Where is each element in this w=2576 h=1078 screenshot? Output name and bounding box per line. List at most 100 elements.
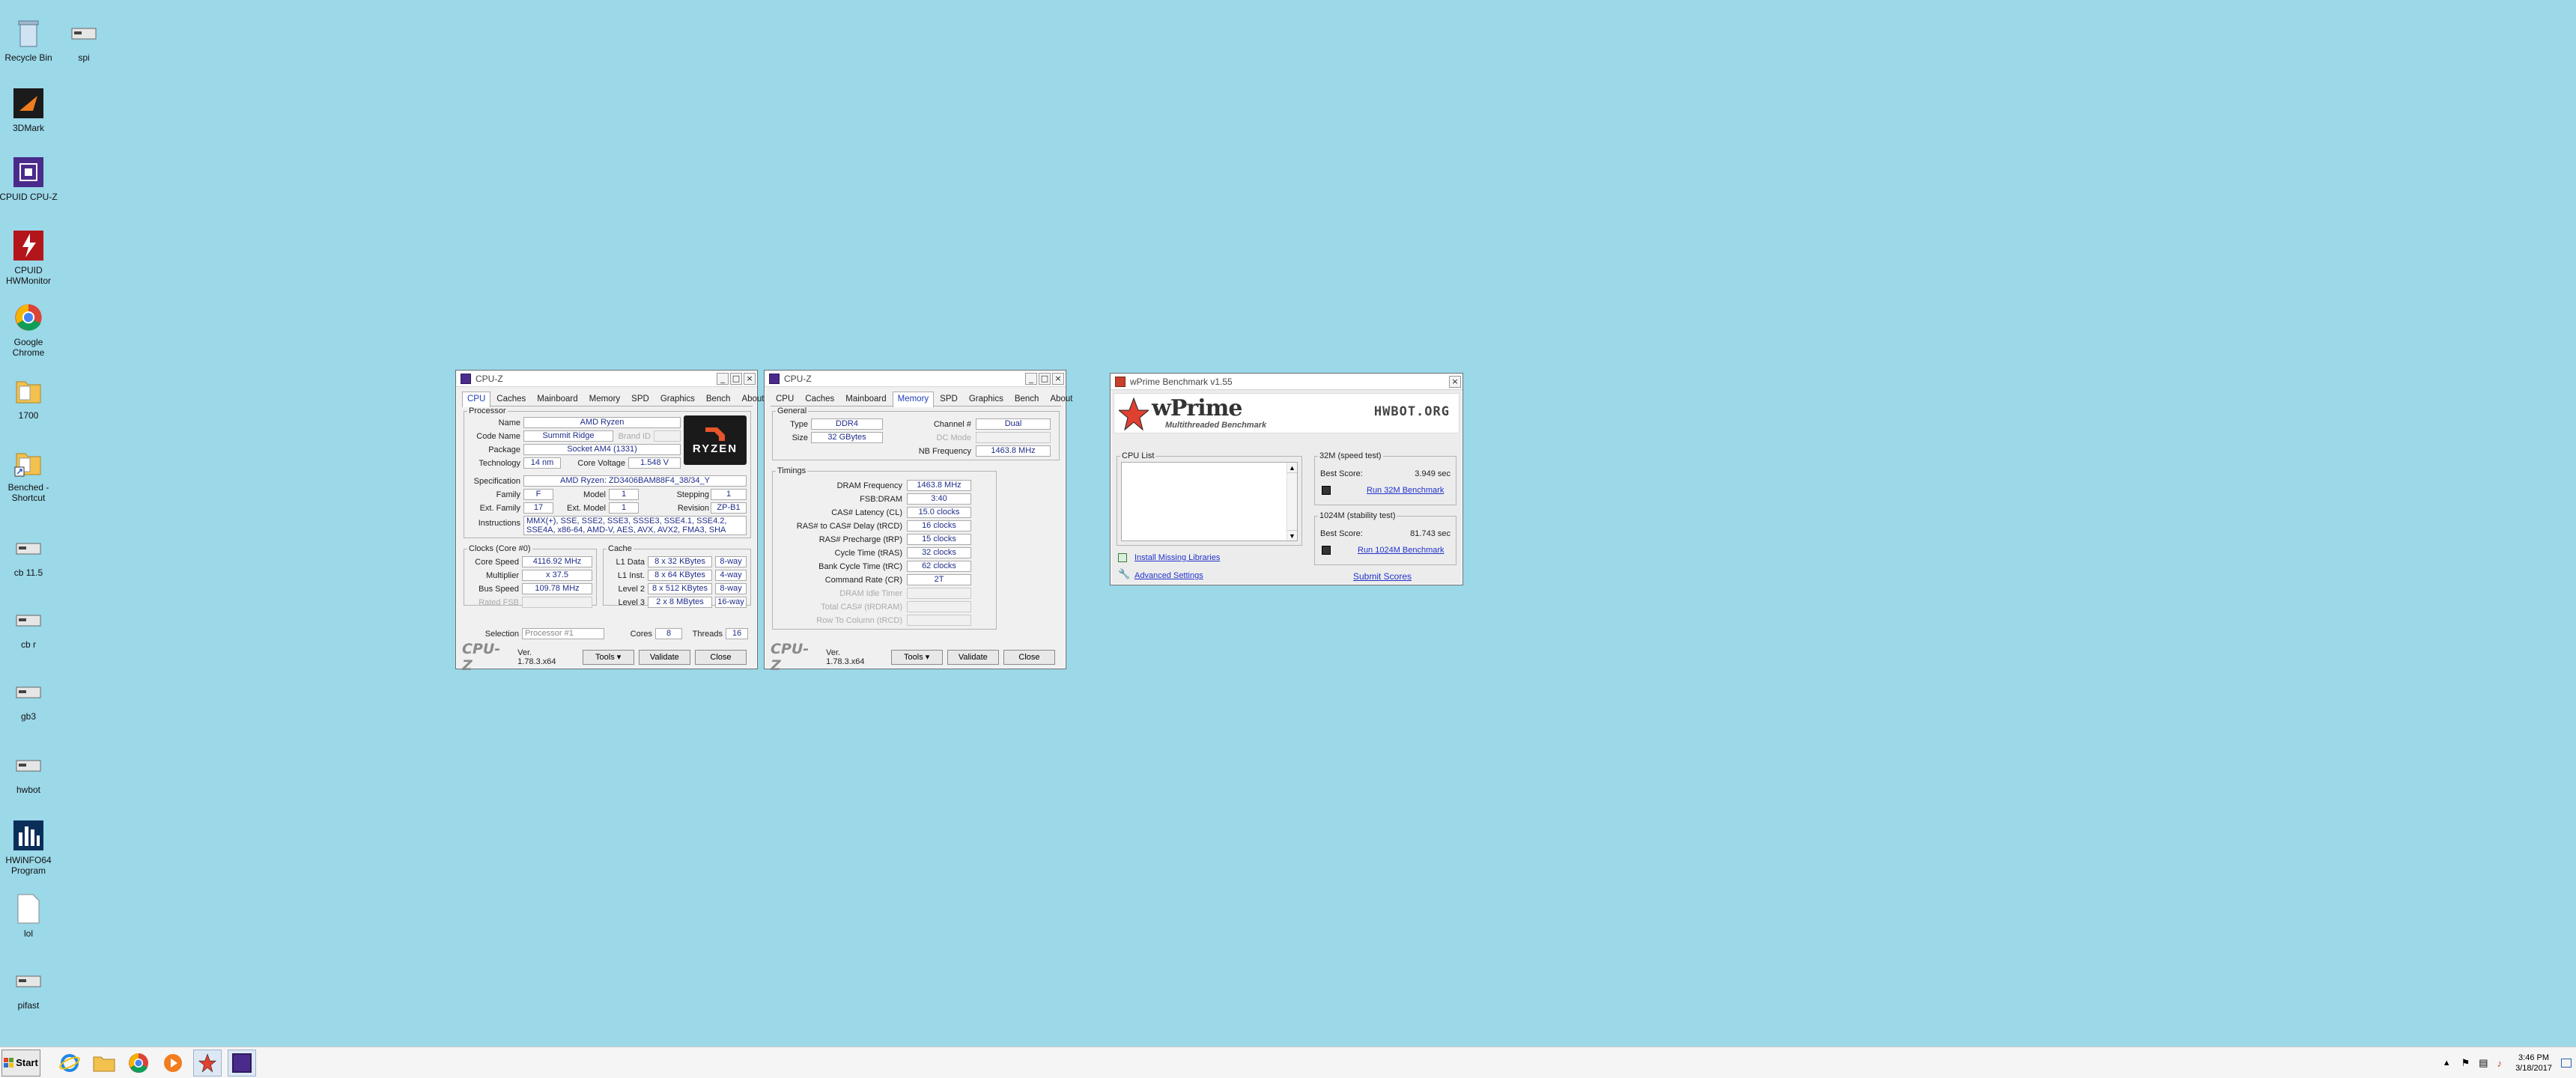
tab-mainboard[interactable]: Mainboard	[840, 392, 891, 406]
desktop-icon[interactable]: 3DMark	[0, 87, 58, 133]
timing-value: 15.0 clocks	[907, 507, 971, 518]
desktop-icon-label: spi	[78, 52, 90, 63]
extmodel-value: 1	[609, 502, 639, 514]
scroll-up-icon[interactable]: ▲	[1287, 463, 1297, 473]
timing-value	[907, 601, 971, 612]
ryzen-logo: RYZEN	[684, 415, 747, 465]
close-icon[interactable]: ×	[1052, 372, 1064, 385]
desktop-icon[interactable]: spi	[54, 16, 114, 63]
desktop-icon[interactable]: pifast	[0, 964, 58, 1011]
timing-value	[907, 615, 971, 626]
busspeed-label: Bus Speed	[479, 585, 519, 594]
media-player-icon[interactable]	[159, 1050, 187, 1077]
clock[interactable]: 3:46 PM 3/18/2017	[2515, 1053, 2552, 1074]
maximize-icon[interactable]: □	[1039, 372, 1051, 385]
file-explorer-icon[interactable]	[90, 1050, 118, 1077]
threads-value: 16	[726, 628, 748, 639]
cpuz-cpu-titlebar[interactable]: CPU-Z _ □ ×	[456, 371, 757, 387]
volume-icon[interactable]: ♪	[2497, 1058, 2503, 1069]
action-center-icon[interactable]	[2561, 1059, 2572, 1068]
timing-value: 1463.8 MHz	[907, 480, 971, 491]
tab-cpu[interactable]: CPU	[771, 392, 799, 406]
desktop-icon[interactable]: CPUID HWMonitor	[0, 229, 58, 286]
shortcut-folder-icon	[12, 446, 45, 479]
clock-time: 3:46 PM	[2518, 1053, 2550, 1062]
tab-graphics[interactable]: Graphics	[655, 392, 700, 406]
desktop-icon[interactable]: HWiNFO64 Program	[0, 819, 58, 876]
cpuz-memory-titlebar[interactable]: CPU-Z _ □ ×	[765, 371, 1066, 387]
tab-cpu[interactable]: CPU	[462, 392, 491, 407]
list-scrollbar[interactable]: ▲ ▼	[1287, 463, 1297, 540]
start-button[interactable]: Start	[1, 1049, 40, 1077]
desktop-icon[interactable]: lol	[0, 892, 58, 939]
tab-graphics[interactable]: Graphics	[964, 392, 1009, 406]
clock-date: 3/18/2017	[2515, 1064, 2552, 1073]
desktop-icon[interactable]: cb r	[0, 603, 58, 650]
desktop-icon[interactable]: Google Chrome	[0, 301, 58, 358]
close-button[interactable]: Close	[1003, 650, 1056, 665]
tab-mainboard[interactable]: Mainboard	[532, 392, 583, 406]
desktop-icon[interactable]: 1700	[0, 374, 58, 421]
maximize-icon[interactable]: □	[730, 372, 742, 385]
tab-bench[interactable]: Bench	[701, 392, 736, 406]
close-icon[interactable]: ×	[1449, 375, 1461, 388]
tab-bench[interactable]: Bench	[1009, 392, 1045, 406]
close-button[interactable]: Close	[694, 650, 747, 665]
document-icon	[12, 892, 45, 925]
version-label: Ver. 1.78.3.x64	[826, 648, 865, 666]
chrome-icon[interactable]	[124, 1050, 153, 1077]
minimize-icon[interactable]: _	[1025, 372, 1037, 385]
save-icon	[1322, 486, 1331, 495]
tools-button[interactable]: Tools ▾	[582, 650, 634, 665]
close-icon[interactable]: ×	[744, 372, 756, 385]
desktop-icon-label: cb 11.5	[13, 567, 43, 578]
desktop-icon[interactable]: gb3	[0, 675, 58, 722]
tools-button[interactable]: Tools ▾	[890, 650, 943, 665]
desktop-icon[interactable]: hwbot	[0, 749, 58, 795]
cpu-list-box[interactable]: ▲ ▼	[1121, 462, 1298, 541]
minimize-icon[interactable]: _	[717, 372, 729, 385]
tab-spd[interactable]: SPD	[626, 392, 654, 406]
tab-about[interactable]: About	[1045, 392, 1078, 406]
advanced-settings-link[interactable]: Advanced Settings	[1134, 571, 1203, 580]
install-libraries-link[interactable]: Install Missing Libraries	[1134, 553, 1220, 562]
3dmark-icon	[12, 87, 45, 120]
validate-button[interactable]: Validate	[638, 650, 690, 665]
cache-legend: Cache	[608, 544, 632, 553]
cpuz-brand: CPU-Z	[771, 641, 809, 674]
codename-value: Summit Ridge	[523, 430, 613, 442]
channel-label: Channel #	[933, 420, 971, 429]
desktop-icon[interactable]: Recycle Bin	[0, 16, 58, 63]
cpuz-taskbar-icon[interactable]	[228, 1049, 256, 1077]
cache-way-value: 16-way	[715, 597, 747, 608]
timing-value: 32 clocks	[907, 547, 971, 558]
model-value: 1	[609, 489, 639, 500]
validate-button[interactable]: Validate	[947, 650, 999, 665]
desktop-icon[interactable]: CPUID CPU-Z	[0, 156, 58, 202]
internet-explorer-icon[interactable]	[55, 1050, 84, 1077]
run-32m-link[interactable]: Run 32M Benchmark	[1367, 486, 1444, 495]
cache-label: Level 3	[618, 598, 645, 607]
desktop-icon[interactable]: cb 11.5	[0, 532, 58, 578]
scroll-down-icon[interactable]: ▼	[1287, 530, 1297, 540]
timing-value: 62 clocks	[907, 561, 971, 572]
network-icon[interactable]: ▤	[2479, 1057, 2488, 1069]
run-1024m-link[interactable]: Run 1024M Benchmark	[1358, 546, 1445, 555]
submit-scores-link[interactable]: Submit Scores	[1353, 571, 1412, 582]
tab-caches[interactable]: Caches	[800, 392, 839, 406]
flag-icon[interactable]: ⚑	[2461, 1057, 2470, 1069]
install-icon	[1118, 553, 1127, 562]
tray-overflow-icon[interactable]: ▲	[2443, 1059, 2451, 1068]
timing-label: Cycle Time (tRAS)	[834, 549, 902, 558]
tab-caches[interactable]: Caches	[491, 392, 531, 406]
tab-memory[interactable]: Memory	[584, 392, 626, 406]
tab-memory[interactable]: Memory	[892, 392, 935, 407]
busspeed-value: 109.78 MHz	[522, 583, 592, 594]
wprime-taskbar-icon[interactable]	[193, 1049, 222, 1077]
desktop-icon[interactable]: Benched - Shortcut	[0, 446, 58, 503]
corespeed-label: Core Speed	[475, 558, 519, 567]
cpuz-app-icon	[769, 373, 780, 384]
tab-spd[interactable]: SPD	[935, 392, 963, 406]
wprime-titlebar[interactable]: wPrime Benchmark v1.55 ×	[1111, 374, 1462, 390]
selection-dropdown[interactable]: Processor #1	[522, 628, 604, 639]
